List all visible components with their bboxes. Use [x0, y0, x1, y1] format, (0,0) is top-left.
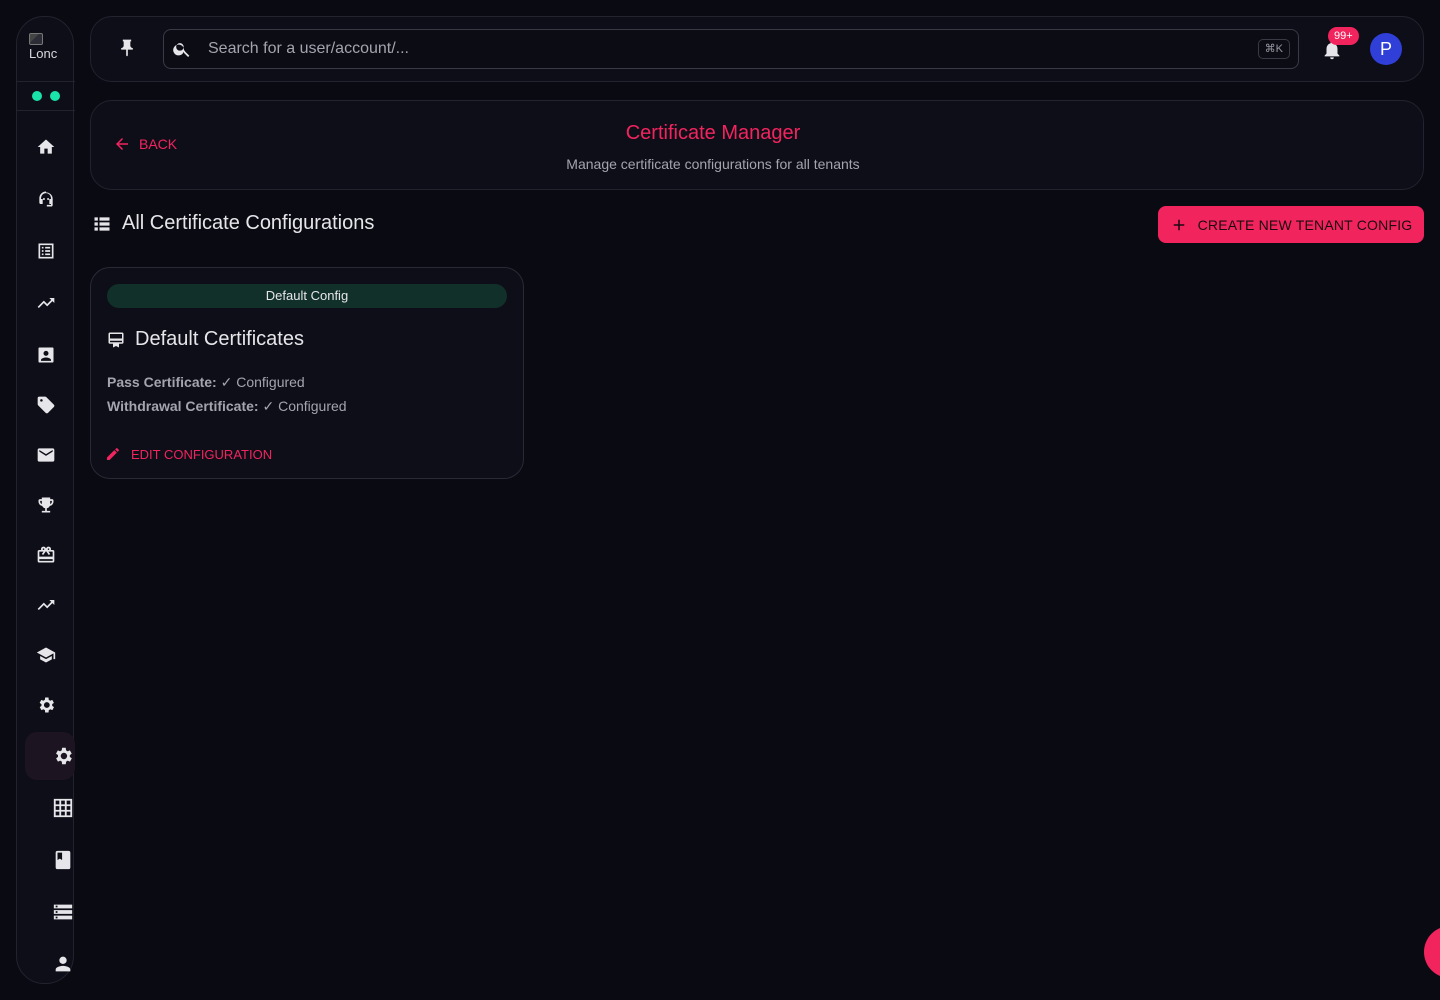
pin-icon [121, 39, 133, 57]
page-header: BACK Certificate Manager Manage certific… [90, 100, 1424, 190]
status-dot [50, 91, 60, 101]
book-icon [55, 850, 71, 870]
config-title: Default Certificates [107, 328, 304, 351]
school-icon [36, 647, 56, 663]
withdrawal-certificate-label: Withdrawal Certificate: [107, 398, 259, 414]
create-button-label: CREATE NEW TENANT CONFIG [1197, 216, 1413, 233]
withdrawal-certificate-value: ✓ Configured [262, 398, 347, 414]
sidebar-item-grid[interactable] [52, 797, 74, 819]
sidebar-item-settings[interactable] [35, 694, 57, 716]
pass-certificate-value: ✓ Configured [220, 374, 305, 390]
sidebar-item-school[interactable] [35, 644, 57, 666]
notification-count-badge: 99+ [1328, 27, 1359, 45]
create-tenant-config-button[interactable]: CREATE NEW TENANT CONFIG [1158, 206, 1424, 243]
sidebar-item-tags[interactable] [35, 394, 57, 416]
sidebar-item-contacts[interactable] [35, 344, 57, 366]
sidebar-item-mail[interactable] [35, 444, 57, 466]
broken-image-icon [29, 33, 43, 45]
tag-icon [37, 396, 55, 414]
support-agent-icon [39, 191, 53, 207]
person-icon [55, 956, 71, 972]
sidebar-item-trophy[interactable] [35, 494, 57, 516]
withdrawal-certificate-status: Withdrawal Certificate: ✓ Configured [107, 398, 347, 415]
pass-certificate-label: Pass Certificate: [107, 374, 217, 390]
config-title-text: Default Certificates [135, 328, 304, 350]
search-input[interactable] [208, 38, 1228, 60]
section-title: All Certificate Configurations [92, 212, 374, 235]
topbar: ⌘K 99+ P [90, 16, 1424, 82]
edit-pencil-icon [107, 448, 119, 460]
logo[interactable]: Lonc [29, 33, 63, 61]
card-giftcard-icon [37, 546, 55, 563]
sidebar-item-rewards[interactable] [35, 544, 57, 566]
pass-certificate-status: Pass Certificate: ✓ Configured [107, 374, 305, 391]
floating-action-button[interactable] [1424, 926, 1440, 978]
settings-icon [56, 747, 72, 765]
contact-card-icon [38, 347, 54, 363]
sidebar-item-book[interactable] [52, 849, 74, 871]
plus-icon [1173, 219, 1184, 230]
trending-up-icon [37, 600, 55, 610]
sidebar-item-support[interactable] [35, 188, 57, 210]
sidebar-item-storage[interactable] [52, 901, 74, 923]
list-alt-icon [38, 243, 54, 259]
keyboard-shortcut-hint: ⌘K [1257, 39, 1290, 59]
page-subtitle: Manage certificate configurations for al… [566, 156, 860, 172]
grid-icon [53, 798, 73, 818]
list-icon [94, 216, 110, 231]
card-membership-icon [108, 332, 124, 347]
settings-icon [39, 697, 54, 713]
status-indicators [17, 81, 75, 111]
logo-alt-text: Lonc [29, 46, 58, 61]
trophy-icon [38, 497, 54, 513]
mail-icon [37, 448, 55, 462]
avatar[interactable]: P [1370, 33, 1402, 65]
config-badge: Default Config [107, 284, 507, 308]
sidebar-item-analytics[interactable] [35, 594, 57, 616]
edit-configuration-label: EDIT CONFIGURATION [131, 446, 273, 462]
edit-configuration-button[interactable]: EDIT CONFIGURATION [105, 446, 272, 462]
section-title-text: All Certificate Configurations [122, 212, 375, 234]
sidebar-item-profile[interactable] [52, 953, 74, 975]
storage-icon [53, 904, 73, 920]
config-card: Default Config Default Certificates Pass… [90, 267, 524, 479]
page-title: Certificate Manager [625, 122, 801, 144]
sidebar-item-list[interactable] [35, 240, 57, 262]
search-icon [172, 39, 192, 59]
trending-up-icon [37, 298, 55, 308]
pin-button[interactable] [117, 38, 139, 60]
status-dot [32, 91, 42, 101]
sidebar-item-trending[interactable] [35, 292, 57, 314]
sidebar-item-certificate-settings[interactable] [52, 745, 74, 767]
search-bar[interactable]: ⌘K [163, 29, 1299, 69]
